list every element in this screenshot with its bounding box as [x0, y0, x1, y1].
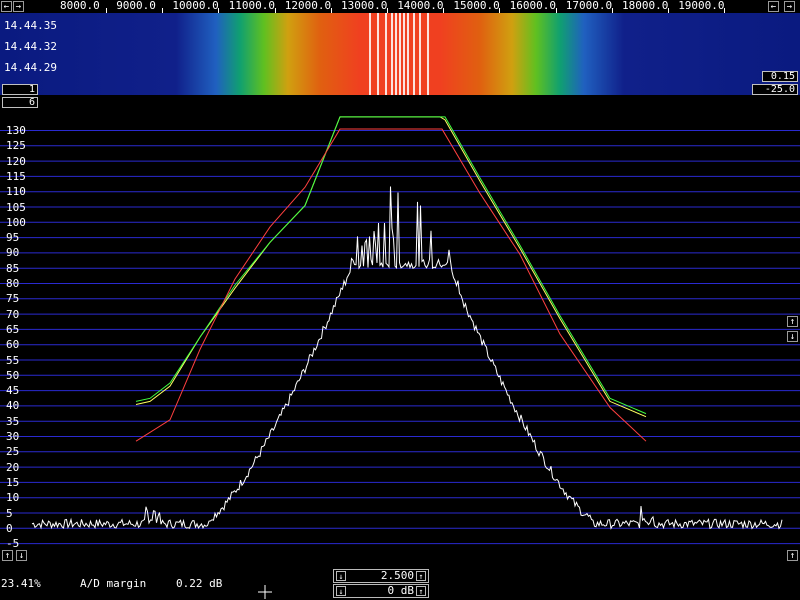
frequency-label: 8000.0 — [60, 0, 100, 12]
y-axis-label: -5 — [6, 537, 20, 551]
frequency-label: 12000.0 — [284, 0, 332, 12]
waterfall-left-field[interactable]: 1 — [2, 84, 38, 95]
frequency-label: 16000.0 — [509, 0, 556, 12]
scroll-right-icon[interactable]: → — [13, 1, 24, 12]
gain-value: 2.500 — [380, 569, 414, 582]
spectrum-average-field[interactable]: 6 — [2, 97, 38, 108]
spectrum-graph[interactable] — [0, 96, 800, 562]
frequency-label: 13000.0 — [341, 0, 388, 12]
y-axis-label: 10 — [6, 491, 20, 505]
y-axis-label: 70 — [6, 307, 20, 321]
offset-down-icon[interactable]: ↓ — [336, 586, 346, 596]
scroll-left-icon[interactable]: ← — [1, 1, 12, 12]
spectrum-up-icon[interactable]: ↑ — [787, 316, 798, 327]
y-axis-label: 125 — [6, 139, 26, 153]
frequency-axis: ← → ← → 8000.0 9000.0 10000.0 11000.0 12000.… — [0, 0, 800, 13]
y-axis-label: 90 — [6, 246, 20, 260]
gain-up-icon[interactable]: ↑ — [416, 571, 426, 581]
y-axis-label: 45 — [6, 384, 20, 398]
gain-down-icon[interactable]: ↓ — [336, 571, 346, 581]
ad-margin-label: A/D margin — [80, 577, 147, 590]
offset-value: 0 dB — [387, 584, 415, 597]
frequency-label: 15000.0 — [453, 0, 500, 12]
cpu-load-text: 23.41% — [1, 577, 41, 590]
y-axis-label: 80 — [6, 277, 20, 290]
y-axis-label: 115 — [6, 169, 26, 183]
zoom-left-icon[interactable]: ← — [768, 1, 779, 12]
y-axis-label: 95 — [6, 231, 20, 245]
gain-control[interactable]: ↓ 2.500 ↑ — [333, 569, 429, 583]
waterfall-zero-field[interactable]: -25.0 — [752, 84, 798, 95]
spectrum-down-icon[interactable]: ↓ — [787, 331, 798, 342]
bottom-up-icon[interactable]: ↑ — [2, 550, 13, 561]
y-axis-label: 110 — [6, 185, 26, 199]
waterfall-gain-field[interactable]: 0.15 — [762, 71, 798, 82]
bottom-right-up-icon[interactable]: ↑ — [787, 550, 798, 561]
threshold-trace-red — [135, 128, 647, 442]
frequency-label: 18000.0 — [622, 0, 669, 12]
frequency-label: 9000.0 — [116, 0, 156, 12]
bottom-down-icon[interactable]: ↓ — [16, 550, 27, 561]
crosshair-cursor-icon — [258, 585, 272, 599]
y-axis-label: 65 — [6, 322, 20, 336]
y-axis-label: 100 — [6, 215, 26, 229]
y-axis-label: 0 — [6, 521, 13, 535]
waterfall-time-1: 14.44.35 — [4, 19, 57, 32]
y-axis-label: 25 — [6, 445, 20, 459]
y-axis-label: 105 — [6, 200, 26, 214]
frequency-label: 10000.0 — [172, 0, 219, 12]
waterfall-display[interactable]: 14.44.35 14.44.32 14.44.29 — [0, 13, 800, 95]
y-axis-label: 40 — [6, 399, 20, 413]
waterfall-time-3: 14.44.29 — [4, 61, 57, 74]
y-axis-label: 15 — [6, 475, 20, 489]
y-axis-label: 20 — [6, 460, 20, 474]
frequency-label: 19000.0 — [678, 0, 725, 12]
y-axis-label: 50 — [6, 368, 20, 382]
y-axis-label: 55 — [6, 353, 20, 367]
frequency-label: 17000.0 — [565, 0, 613, 12]
max-trace-yellow — [135, 116, 647, 418]
offset-up-icon[interactable]: ↑ — [416, 586, 426, 596]
frequency-label: 11000.0 — [228, 0, 275, 12]
frequency-label: 14000.0 — [397, 0, 444, 12]
y-axis-label: 130 — [6, 124, 26, 137]
zoom-right-icon[interactable]: → — [784, 1, 795, 12]
ad-margin-value: 0.22 dB — [176, 577, 223, 590]
y-axis-label: 85 — [6, 261, 20, 275]
y-axis-label: 60 — [6, 338, 20, 352]
y-axis-label: 5 — [6, 506, 13, 520]
spectrum-display[interactable]: 130 125 120 115 110 105 100 95 90 85 80 75 70 65 60 55 5… — [0, 96, 800, 562]
y-axis-label: 75 — [6, 292, 20, 306]
y-axis-label: 30 — [6, 430, 20, 443]
offset-control[interactable]: ↓ 0 dB ↑ — [333, 584, 429, 598]
waterfall-time-2: 14.44.32 — [4, 40, 57, 53]
y-axis-label: 120 — [6, 154, 26, 168]
y-axis-label: 35 — [6, 414, 20, 428]
waterfall-canvas[interactable] — [0, 13, 800, 95]
